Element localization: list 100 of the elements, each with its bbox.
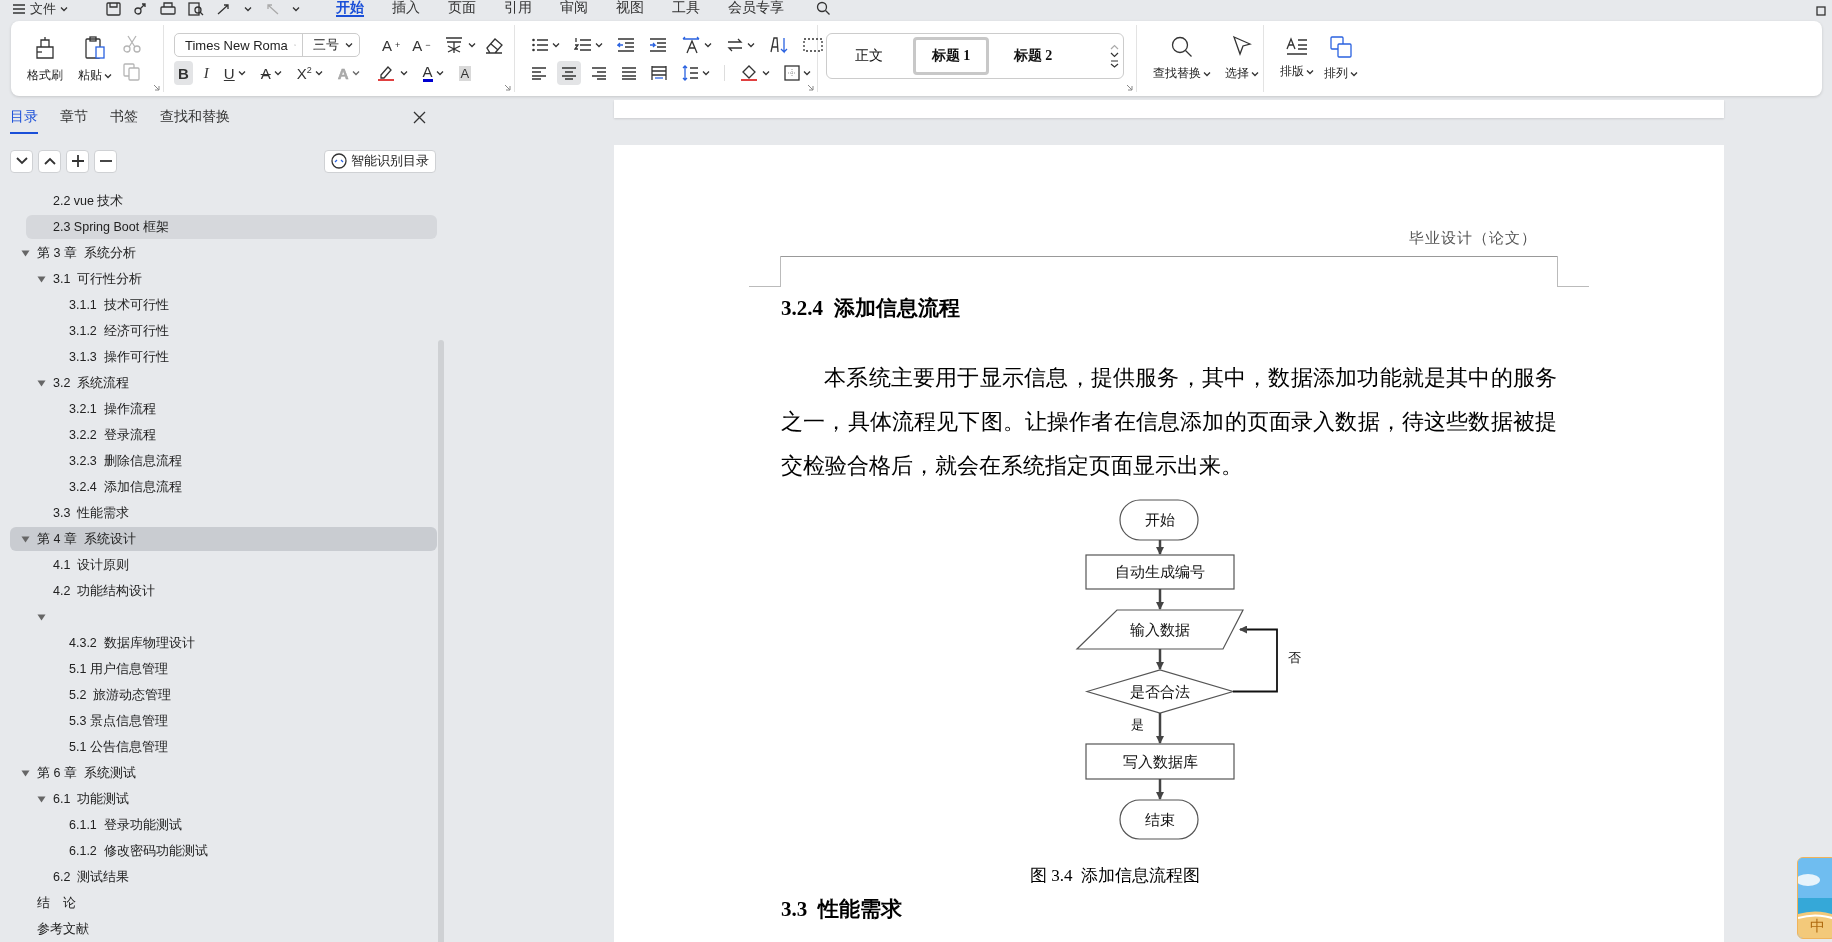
bold-button[interactable]: B bbox=[174, 61, 193, 85]
input-output-shape: 输入数据 bbox=[1075, 609, 1244, 650]
toc-item[interactable]: 3.1.3 操作可行性 bbox=[42, 345, 437, 369]
eraser-icon[interactable] bbox=[483, 36, 504, 54]
window-icon[interactable] bbox=[1816, 6, 1826, 16]
strikethrough-button[interactable]: A bbox=[256, 61, 286, 85]
add-button[interactable] bbox=[66, 149, 89, 173]
expand-arrow-icon[interactable] bbox=[37, 275, 46, 283]
clipboard-icon bbox=[82, 35, 108, 61]
grow-font-button[interactable]: A$^{+}$ bbox=[378, 33, 405, 57]
toc-item[interactable]: 6.1 功能测试 bbox=[26, 787, 437, 811]
branch-label: 是 bbox=[1131, 716, 1144, 732]
select-button[interactable]: 选择 bbox=[1223, 33, 1261, 92]
format-painter-button[interactable]: 格式刷 bbox=[23, 33, 67, 92]
style-preset[interactable]: 正文 bbox=[831, 37, 907, 75]
remove-button[interactable] bbox=[94, 149, 117, 173]
scrollbar-thumb[interactable] bbox=[438, 340, 444, 942]
toc-item[interactable]: 3.2.2 登录流程 bbox=[42, 423, 437, 447]
toc-item[interactable]: 3.2.1 操作流程 bbox=[42, 397, 437, 421]
scroll-down-icon[interactable] bbox=[1110, 52, 1119, 58]
collapse-button[interactable] bbox=[10, 149, 33, 173]
superscript-button[interactable]: X$^{2}$ bbox=[292, 61, 327, 85]
chevron-up-icon bbox=[43, 157, 56, 165]
find-replace-button[interactable]: 查找替换 bbox=[1151, 33, 1213, 92]
sidebar-tab[interactable]: 查找和替换 bbox=[160, 104, 230, 134]
menu-tab[interactable]: 开始 bbox=[336, 0, 392, 16]
toc-item[interactable]: 3.1.2 经济可行性 bbox=[42, 319, 437, 343]
font-name[interactable]: Times New Roma bbox=[185, 37, 288, 53]
toc-item[interactable]: 6.2 测试结果 bbox=[26, 865, 437, 889]
sidebar-tab[interactable]: 书签 bbox=[110, 104, 138, 134]
dialog-launcher-icon[interactable] bbox=[807, 84, 814, 91]
toc-item[interactable]: 5.3 景点信息管理 bbox=[42, 709, 437, 733]
toc-item[interactable]: 3.2.4 添加信息流程 bbox=[42, 475, 437, 499]
italic-button[interactable]: I bbox=[199, 61, 213, 85]
expand-arrow-icon[interactable] bbox=[21, 535, 30, 543]
search-icon[interactable] bbox=[816, 1, 831, 16]
toc-item[interactable]: 结 论 bbox=[10, 891, 437, 915]
toc-item[interactable]: 第 4 章 系统设计 bbox=[10, 527, 437, 551]
smart-toc-button[interactable]: 智能识别目录 bbox=[324, 149, 436, 173]
menu-tab[interactable]: 会员专享 bbox=[728, 0, 784, 16]
swap-arrows-icon bbox=[726, 37, 744, 53]
dialog-launcher-icon[interactable] bbox=[153, 84, 160, 91]
toc-item[interactable]: 3.3 性能需求 bbox=[26, 501, 437, 525]
toc-item[interactable]: 参考文献 bbox=[10, 917, 437, 941]
expand-button[interactable] bbox=[38, 149, 61, 173]
menu-tab[interactable]: 引用 bbox=[504, 0, 560, 16]
menu-icon[interactable] bbox=[12, 3, 26, 15]
menu-tab[interactable]: 页面 bbox=[448, 0, 504, 16]
toc-item[interactable]: 5.1 用户信息管理 bbox=[42, 657, 437, 681]
style-preset[interactable]: 标题 2 bbox=[995, 37, 1071, 75]
style-preset[interactable]: 标题 1 bbox=[913, 37, 989, 75]
toc-item[interactable]: 3.2 系统流程 bbox=[26, 371, 437, 395]
toc-item[interactable]: 6.1.1 登录功能测试 bbox=[42, 813, 437, 837]
toc-item[interactable]: 4.3.2 数据库物理设计 bbox=[42, 631, 437, 655]
menu-tab[interactable]: 工具 bbox=[672, 0, 728, 16]
align-button[interactable] bbox=[557, 61, 581, 85]
toc-item[interactable]: 4.2 功能结构设计 bbox=[26, 579, 437, 603]
character-shading-button[interactable]: A bbox=[454, 61, 476, 85]
layout-button[interactable]: 排版 bbox=[1278, 33, 1316, 92]
table-gridlines-icon bbox=[803, 37, 823, 53]
underline-button[interactable]: U bbox=[219, 61, 250, 85]
print-icon[interactable] bbox=[160, 2, 176, 16]
toc-item[interactable]: 4.1 设计原则 bbox=[26, 553, 437, 577]
expand-arrow-icon[interactable] bbox=[37, 379, 46, 387]
print-preview-icon[interactable] bbox=[188, 2, 204, 16]
toc-item[interactable]: 3.1.1 技术可行性 bbox=[42, 293, 437, 317]
toc-item[interactable]: 2.2 vue 技术 bbox=[26, 189, 437, 213]
font-field[interactable]: Times New Roma 三号 bbox=[174, 33, 360, 57]
expand-arrow-icon[interactable] bbox=[37, 795, 46, 803]
toc-item[interactable]: 2.3 Spring Boot 框架 bbox=[26, 215, 437, 239]
align-center-icon bbox=[561, 66, 577, 80]
menu-tab[interactable]: 审阅 bbox=[560, 0, 616, 16]
toc-item[interactable]: 第 3 章 系统分析 bbox=[10, 241, 437, 265]
undo-icon[interactable] bbox=[216, 3, 232, 15]
expand-arrow-icon[interactable] bbox=[21, 769, 30, 777]
export-icon[interactable] bbox=[133, 2, 148, 16]
shrink-font-button[interactable]: A$^{−}$ bbox=[408, 33, 435, 57]
toc-item[interactable]: 第 6 章 系统测试 bbox=[10, 761, 437, 785]
dialog-launcher-icon[interactable] bbox=[1126, 84, 1133, 91]
arrange-button[interactable]: 排列 bbox=[1322, 33, 1360, 92]
file-menu[interactable]: 文件 bbox=[30, 2, 56, 16]
font-color-button[interactable]: A bbox=[418, 61, 448, 85]
sidebar-tab[interactable]: 目录 bbox=[10, 104, 38, 134]
expand-arrow-icon[interactable] bbox=[21, 249, 30, 257]
toc-item[interactable]: 5.2 旅游动态管理 bbox=[42, 683, 437, 707]
menu-tab[interactable]: 视图 bbox=[616, 0, 672, 16]
paste-button[interactable]: 粘贴 bbox=[73, 33, 117, 92]
more-styles-icon[interactable] bbox=[1110, 60, 1119, 68]
dialog-launcher-icon[interactable] bbox=[504, 84, 511, 91]
toc-item[interactable]: 6.1.2 修改密码功能测试 bbox=[42, 839, 437, 863]
expand-arrow-icon[interactable] bbox=[37, 613, 46, 621]
toc-item[interactable]: 3.1 可行性分析 bbox=[26, 267, 437, 291]
toc-item[interactable]: 3.2.3 删除信息流程 bbox=[42, 449, 437, 473]
sidebar-tab[interactable]: 章节 bbox=[60, 104, 88, 134]
increase-indent-icon bbox=[649, 37, 667, 53]
toc-item[interactable]: 5.1 公告信息管理 bbox=[42, 735, 437, 759]
font-size[interactable]: 三号 bbox=[313, 36, 339, 54]
close-icon bbox=[413, 111, 426, 124]
save-icon[interactable] bbox=[106, 2, 121, 16]
menu-tab[interactable]: 插入 bbox=[392, 0, 448, 16]
